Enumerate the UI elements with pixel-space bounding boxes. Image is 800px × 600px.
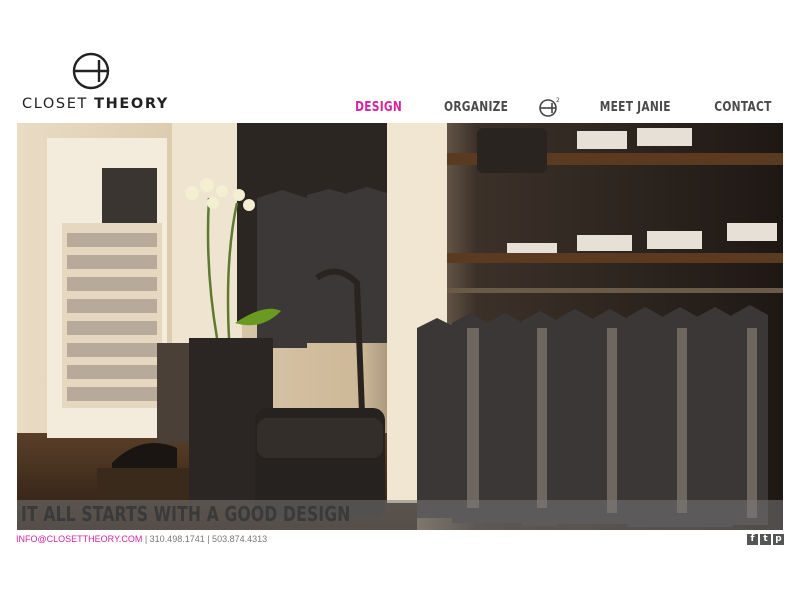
twitter-icon[interactable]: t	[760, 534, 771, 545]
e2-logo-icon[interactable]: 2	[538, 96, 562, 118]
nav-meet-janie[interactable]: MEET JANIE	[599, 100, 670, 115]
hero-banner: IT ALL STARTS WITH A GOOD DESIGN	[17, 123, 783, 530]
nav-organize[interactable]: ORGANIZE	[444, 100, 508, 115]
hero-caption: IT ALL STARTS WITH A GOOD DESIGN	[21, 502, 351, 526]
nav-contact[interactable]: CONTACT	[714, 100, 771, 115]
pinterest-icon[interactable]: p	[773, 534, 784, 545]
main-nav: DESIGN ORGANIZE 2 MEET JANIE CONTACT	[320, 96, 778, 118]
nav-design[interactable]: DESIGN	[355, 100, 402, 115]
facebook-icon[interactable]: f	[747, 534, 758, 545]
social-links: f t p	[747, 534, 784, 545]
logo-wordmark: CLOSET THEORY	[22, 96, 169, 112]
phone-numbers: | 310.498.1741 | 503.874.4313	[142, 534, 268, 544]
footer-contact: INFO@CLOSETTHEORY.COM | 310.498.1741 | 5…	[16, 534, 267, 544]
svg-text:2: 2	[556, 97, 560, 104]
logo-mark-icon	[72, 52, 110, 90]
email-link[interactable]: INFO@CLOSETTHEORY.COM	[16, 534, 142, 544]
closet-theory-logo[interactable]: CLOSET THEORY	[20, 52, 170, 116]
closet-showroom-photo	[17, 123, 783, 530]
